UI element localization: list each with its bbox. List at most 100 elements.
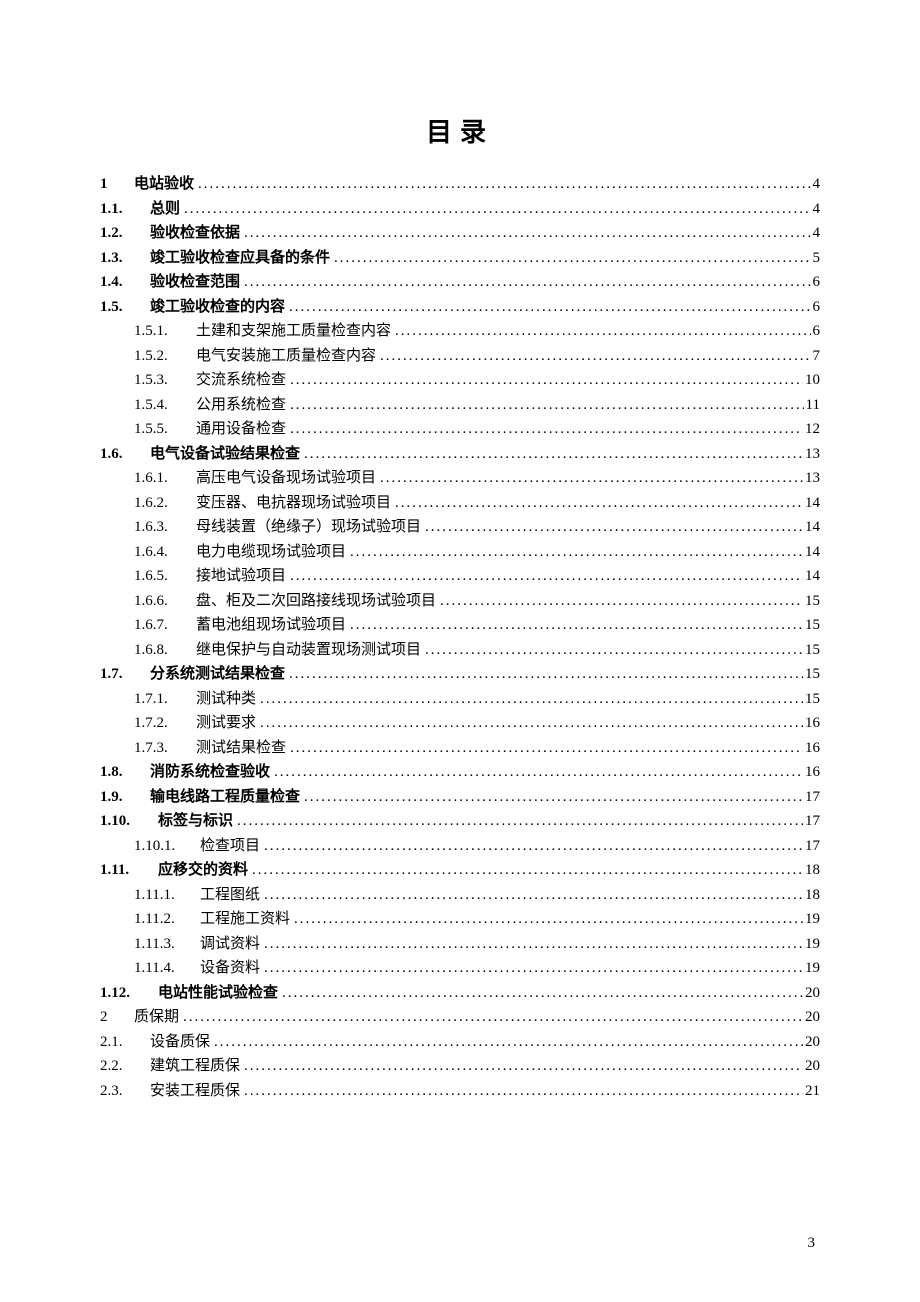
toc-leader-dots [260, 716, 803, 731]
toc-entry-page: 14 [803, 545, 820, 560]
toc-leader-dots [380, 349, 810, 364]
toc-entry-number: 1.11.2. [134, 912, 200, 927]
toc-entry-title: 标签与标识 [158, 814, 237, 829]
toc-entry: 1.1.总则4 [100, 202, 820, 217]
toc-entry: 1.6.电气设备试验结果检查13 [100, 447, 820, 462]
toc-entry-page: 17 [803, 790, 820, 805]
toc-entry-title: 测试结果检查 [196, 741, 290, 756]
toc-entry-number: 1.11.4. [134, 961, 200, 976]
toc-entry-title: 消防系统检查验收 [150, 765, 274, 780]
toc-entry-title: 输电线路工程质量检查 [150, 790, 304, 805]
toc-entry-page: 11 [804, 398, 820, 413]
toc-entry-number: 1.5.3. [134, 373, 196, 388]
toc-leader-dots [290, 373, 803, 388]
toc-entry-page: 21 [803, 1084, 820, 1099]
toc-entry-title: 电力电缆现场试验项目 [196, 545, 350, 560]
toc-leader-dots [237, 814, 803, 829]
toc-entry-title: 验收检查依据 [150, 226, 244, 241]
toc-entry-number: 1.6.6. [134, 594, 196, 609]
toc-entry-page: 13 [803, 471, 820, 486]
toc-entry-title: 分系统测试结果检查 [150, 667, 289, 682]
toc-entry-title: 蓄电池组现场试验项目 [196, 618, 350, 633]
toc-entry-page: 6 [811, 300, 821, 315]
toc-entry: 1.10.1.检查项目17 [100, 839, 820, 854]
toc-entry-page: 6 [811, 275, 821, 290]
toc-entry-page: 15 [803, 618, 820, 633]
toc-entry-title: 工程施工资料 [200, 912, 294, 927]
toc-entry-title: 交流系统检查 [196, 373, 290, 388]
toc-entry-number: 2.2. [100, 1059, 150, 1074]
toc-entry-page: 15 [803, 667, 820, 682]
toc-entry-number: 1.6.7. [134, 618, 196, 633]
toc-entry-title: 电站验收 [134, 177, 198, 192]
toc-entry-title: 总则 [150, 202, 184, 217]
toc-leader-dots [395, 324, 810, 339]
toc-entry: 1.6.5.接地试验项目14 [100, 569, 820, 584]
toc-leader-dots [380, 471, 803, 486]
toc-entry-page: 15 [803, 692, 820, 707]
toc-entry: 2质保期20 [100, 1010, 820, 1025]
toc-entry-title: 变压器、电抗器现场试验项目 [196, 496, 395, 511]
toc-leader-dots [198, 177, 810, 192]
toc-entry-title: 接地试验项目 [196, 569, 290, 584]
toc-leader-dots [252, 863, 803, 878]
toc-entry-title: 电站性能试验检查 [158, 986, 282, 1001]
toc-entry-number: 2 [100, 1010, 134, 1025]
toc-entry-title: 继电保护与自动装置现场测试项目 [196, 643, 425, 658]
toc-entry-title: 电气设备试验结果检查 [150, 447, 304, 462]
toc-title: 目录 [100, 112, 820, 149]
toc-entry: 1.6.4.电力电缆现场试验项目14 [100, 545, 820, 560]
toc-entry-page: 15 [803, 594, 820, 609]
toc-entry-title: 竣工验收检查应具备的条件 [150, 251, 334, 266]
toc-entry: 1.5.5.通用设备检查12 [100, 422, 820, 437]
toc-entry: 1.6.6.盘、柜及二次回路接线现场试验项目 15 [100, 594, 820, 609]
toc-entry-number: 1.3. [100, 251, 150, 266]
toc-entry-number: 1.5. [100, 300, 150, 315]
toc-leader-dots [214, 1035, 803, 1050]
toc-leader-dots [290, 422, 803, 437]
toc-entry-title: 竣工验收检查的内容 [150, 300, 289, 315]
toc-entry: 1.12.电站性能试验检查20 [100, 986, 820, 1001]
toc-leader-dots [425, 643, 803, 658]
toc-entry-page: 6 [811, 324, 821, 339]
toc-entry-title: 盘、柜及二次回路接线现场试验项目 [196, 594, 440, 609]
toc-entry-title: 设备资料 [200, 961, 264, 976]
toc-entry-number: 1.11.1. [134, 888, 200, 903]
toc-entry: 1.5.4.公用系统检查11 [100, 398, 820, 413]
toc-entry-number: 1.4. [100, 275, 150, 290]
toc-leader-dots [290, 569, 803, 584]
toc-entry-title: 建筑工程质保 [150, 1059, 244, 1074]
toc-entry-title: 母线装置（绝缘子）现场试验项目 [196, 520, 425, 535]
toc-entry: 2.3.安装工程质保21 [100, 1084, 820, 1099]
toc-entry-page: 20 [803, 1059, 820, 1074]
toc-entry-title: 质保期 [134, 1010, 183, 1025]
toc-entry-number: 1.11.3. [134, 937, 200, 952]
toc-entry: 1.6.8.继电保护与自动装置现场测试项目15 [100, 643, 820, 658]
toc-entry-page: 20 [803, 986, 820, 1001]
toc-entry: 1.6.1.高压电气设备现场试验项目13 [100, 471, 820, 486]
toc-entry: 1电站验收4 [100, 177, 820, 192]
toc-entry-page: 19 [803, 961, 820, 976]
toc-entry: 1.2.验收检查依据4 [100, 226, 820, 241]
toc-entry: 1.7.分系统测试结果检查 15 [100, 667, 820, 682]
toc-entry: 1.6.7.蓄电池组现场试验项目 15 [100, 618, 820, 633]
page-number: 3 [808, 1235, 816, 1252]
toc-leader-dots [425, 520, 803, 535]
toc-entry-page: 16 [803, 765, 820, 780]
toc-entry: 1.7.3.测试结果检查16 [100, 741, 820, 756]
toc-leader-dots [264, 961, 803, 976]
toc-leader-dots [244, 275, 810, 290]
toc-entry-page: 18 [803, 863, 820, 878]
toc-entry-page: 12 [803, 422, 820, 437]
toc-entry-number: 1.7. [100, 667, 150, 682]
toc-leader-dots [264, 839, 803, 854]
toc-entry-page: 14 [803, 496, 820, 511]
toc-entry-page: 17 [803, 839, 820, 854]
toc-entry-number: 1.1. [100, 202, 150, 217]
toc-entry-title: 土建和支架施工质量检查内容 [196, 324, 395, 339]
toc-leader-dots [260, 692, 803, 707]
toc-entry-title: 验收检查范围 [150, 275, 244, 290]
toc-entry: 2.2.建筑工程质保 20 [100, 1059, 820, 1074]
toc-leader-dots [183, 1010, 803, 1025]
toc-entry-number: 1.10.1. [134, 839, 200, 854]
